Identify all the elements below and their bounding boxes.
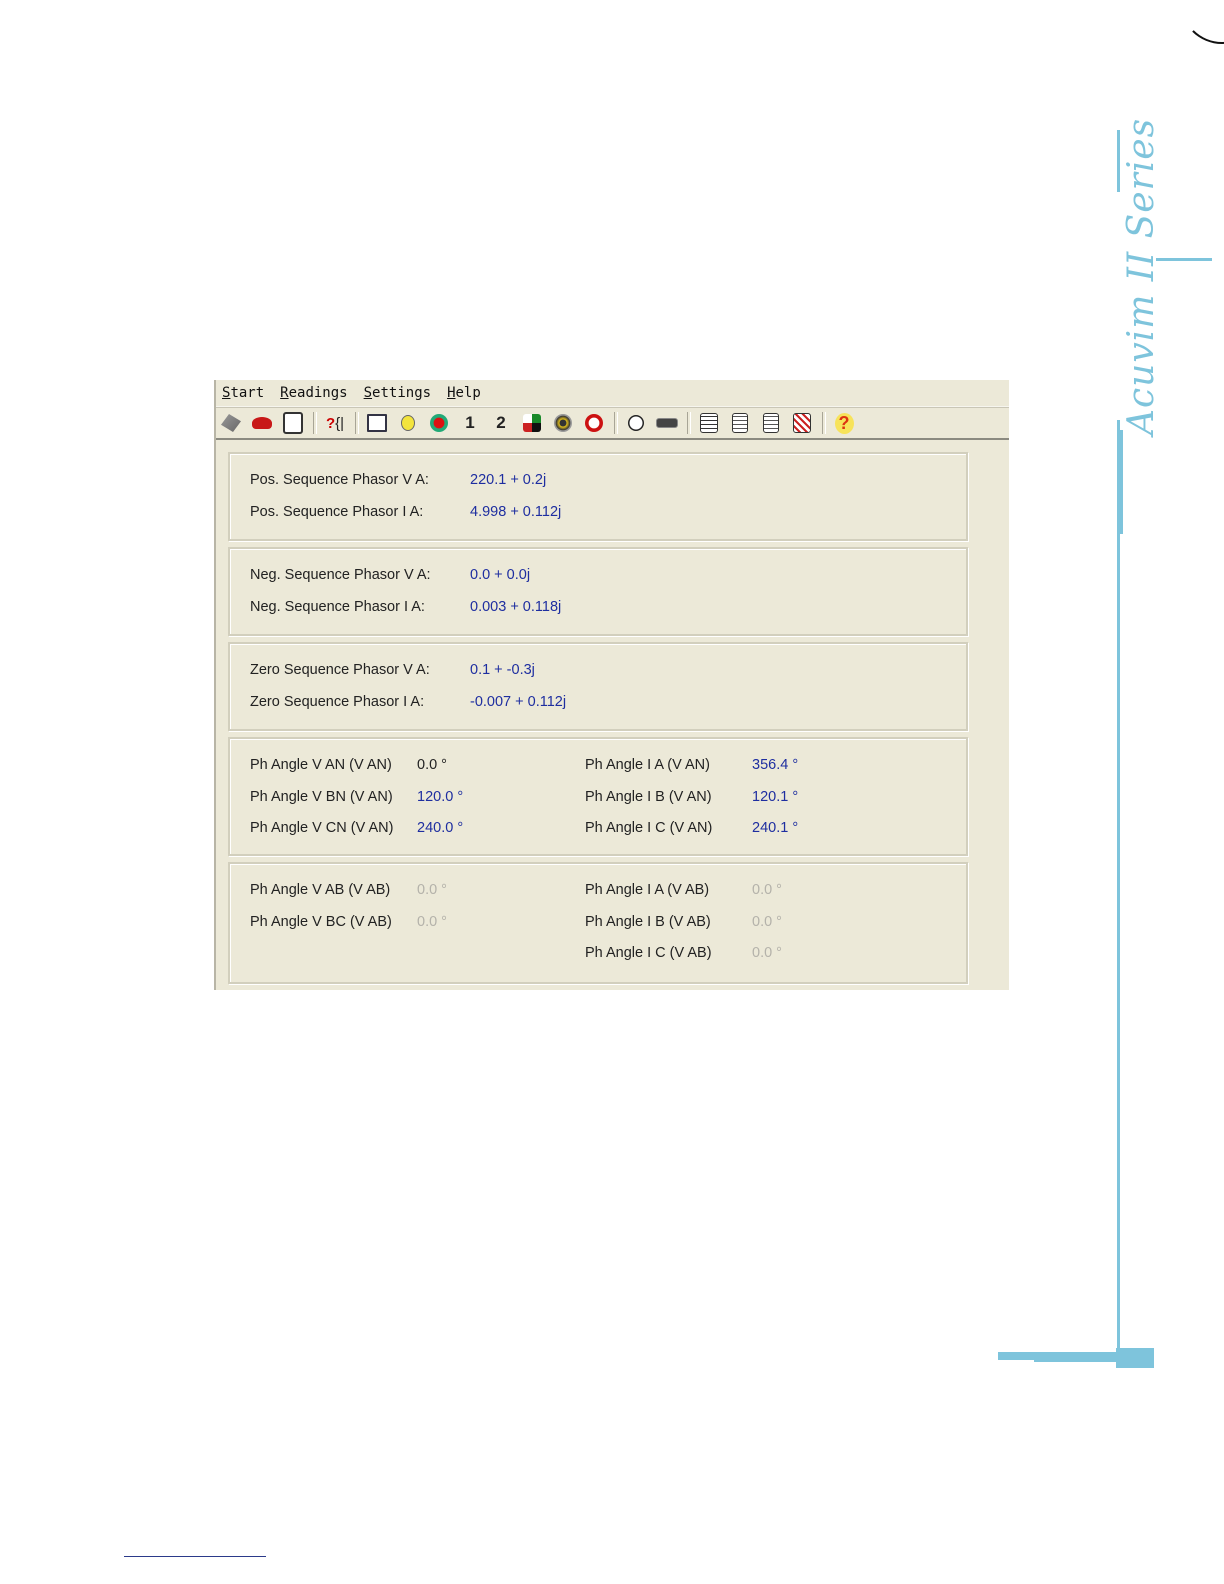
angle-v-label: Ph Angle V BC (V AB)	[250, 913, 392, 930]
angle-v-value: 0.0 °	[417, 913, 447, 930]
angle-v-label: Ph Angle V AB (V AB)	[250, 882, 391, 898]
bug-icon[interactable]	[426, 411, 452, 435]
device-icon[interactable]	[280, 411, 306, 435]
neg-i-row: Neg. Sequence Phasor I A: 0.003 + 0.118j	[230, 599, 966, 631]
angles-vab-group: Ph Angle V AB (V AB) 0.0 ° Ph Angle I A …	[228, 862, 968, 984]
angle-v-value: 0.0 °	[417, 757, 447, 773]
angle-i-label: Ph Angle I A (V AB)	[585, 882, 710, 898]
toolbar-separator	[822, 412, 826, 434]
angle-i-value: 0.0 °	[752, 913, 782, 930]
angle-i-value: 0.0 °	[752, 882, 782, 898]
menu-bar: Start Readings Settings Help	[216, 380, 1009, 407]
neg-i-label: Neg. Sequence Phasor I A:	[250, 598, 425, 615]
menu-help[interactable]: Help	[447, 385, 481, 401]
footer-block	[1116, 1348, 1154, 1368]
angle-row: Ph Angle V CN (V AN) 240.0 ° Ph Angle I …	[230, 820, 966, 852]
angle-i-label: Ph Angle I C (V AN)	[585, 820, 713, 836]
angle-v-value: 0.0 °	[417, 882, 447, 898]
log-icon[interactable]	[696, 411, 722, 435]
zero-sequence-group: Zero Sequence Phasor V A: 0.1 + -0.3j Ze…	[228, 642, 968, 731]
margin-rule-accent	[1117, 430, 1123, 534]
neg-v-row: Neg. Sequence Phasor V A: 0.0 + 0.0j	[230, 567, 966, 599]
app-window: Start Readings Settings Help ?{| 1 2 ?	[214, 380, 1009, 990]
margin-tick	[1156, 258, 1212, 261]
angle-row: Ph Angle V AN (V AN) 0.0 ° Ph Angle I A …	[230, 757, 966, 789]
neg-i-value: 0.003 + 0.118j	[470, 598, 562, 615]
angle-i-value: 120.1 °	[752, 788, 799, 805]
menu-settings[interactable]: Settings	[364, 385, 431, 401]
angle-i-label: Ph Angle I A (V AN)	[585, 757, 710, 773]
page-1-icon[interactable]: 1	[457, 411, 483, 435]
help-icon[interactable]: ?	[831, 411, 857, 435]
page-corner-curve	[1180, 0, 1224, 44]
angle-v-value: 240.0 °	[417, 820, 464, 836]
pos-sequence-group: Pos. Sequence Phasor V A: 220.1 + 0.2j P…	[228, 452, 968, 541]
footnote-rule	[124, 1556, 266, 1557]
pos-v-row: Pos. Sequence Phasor V A: 220.1 + 0.2j	[230, 472, 966, 504]
angle-v-value: 120.0 °	[417, 788, 464, 805]
clear-icon[interactable]	[789, 411, 815, 435]
connect-icon[interactable]	[218, 411, 244, 435]
doc-2-icon[interactable]	[758, 411, 784, 435]
zero-i-value: -0.007 + 0.112j	[470, 693, 567, 710]
readings-panel: Pos. Sequence Phasor V A: 220.1 + 0.2j P…	[228, 452, 968, 990]
angle-v-label: Ph Angle V CN (V AN)	[250, 820, 394, 836]
pos-i-label: Pos. Sequence Phasor I A:	[250, 503, 424, 520]
neg-sequence-group: Neg. Sequence Phasor V A: 0.0 + 0.0j Neg…	[228, 547, 968, 636]
alarm-clock-icon[interactable]	[581, 411, 607, 435]
toolbar-separator	[687, 412, 691, 434]
zero-i-label: Zero Sequence Phasor I A:	[250, 693, 425, 710]
display-icon[interactable]	[654, 411, 680, 435]
menu-readings[interactable]: Readings	[280, 385, 347, 401]
angle-i-value: 0.0 °	[752, 945, 782, 961]
meter-icon[interactable]	[364, 411, 390, 435]
angle-i-label: Ph Angle I B (V AB)	[585, 913, 711, 930]
angle-i-label: Ph Angle I C (V AB)	[585, 945, 712, 961]
zero-i-row: Zero Sequence Phasor I A: -0.007 + 0.112…	[230, 694, 966, 726]
zero-v-row: Zero Sequence Phasor V A: 0.1 + -0.3j	[230, 662, 966, 694]
toolbar-separator	[355, 412, 359, 434]
pos-v-value: 220.1 + 0.2j	[470, 472, 547, 488]
toolbar: ? {| 1 2 ?	[216, 407, 1009, 440]
bulb-icon[interactable]	[395, 411, 421, 435]
angle-v-label: Ph Angle V AN (V AN)	[250, 757, 392, 773]
network-icon[interactable]	[519, 411, 545, 435]
angle-i-value: 356.4 °	[752, 757, 799, 773]
doc-1-icon[interactable]	[727, 411, 753, 435]
angle-row: Ph Angle V AB (V AB) 0.0 ° Ph Angle I A …	[230, 882, 966, 914]
pos-i-value: 4.998 + 0.112j	[470, 503, 562, 520]
toolbar-separator	[614, 412, 618, 434]
clock-icon[interactable]	[623, 411, 649, 435]
pos-v-label: Pos. Sequence Phasor V A:	[250, 472, 429, 488]
page-2-icon[interactable]: 2	[488, 411, 514, 435]
pos-i-row: Pos. Sequence Phasor I A: 4.998 + 0.112j	[230, 504, 966, 536]
angle-row: Ph Angle I C (V AB) 0.0 °	[230, 945, 966, 977]
help-brackets-icon[interactable]: ? {|	[322, 411, 348, 435]
record-icon[interactable]	[550, 411, 576, 435]
phone-icon[interactable]	[249, 411, 275, 435]
footer-bar-shadow	[1034, 1358, 1118, 1362]
menu-start[interactable]: Start	[222, 385, 264, 401]
neg-v-label: Neg. Sequence Phasor V A:	[250, 567, 431, 583]
brand-title: Acuvim II Series	[1121, 117, 1162, 435]
zero-v-label: Zero Sequence Phasor V A:	[250, 662, 430, 678]
angle-row: Ph Angle V BN (V AN) 120.0 ° Ph Angle I …	[230, 789, 966, 821]
angles-van-group: Ph Angle V AN (V AN) 0.0 ° Ph Angle I A …	[228, 737, 968, 856]
angle-v-label: Ph Angle V BN (V AN)	[250, 788, 393, 805]
toolbar-separator	[313, 412, 317, 434]
angle-i-label: Ph Angle I B (V AN)	[585, 788, 712, 805]
zero-v-value: 0.1 + -0.3j	[470, 662, 535, 678]
angle-row: Ph Angle V BC (V AB) 0.0 ° Ph Angle I B …	[230, 914, 966, 946]
neg-v-value: 0.0 + 0.0j	[470, 567, 531, 583]
angle-i-value: 240.1 °	[752, 820, 799, 836]
